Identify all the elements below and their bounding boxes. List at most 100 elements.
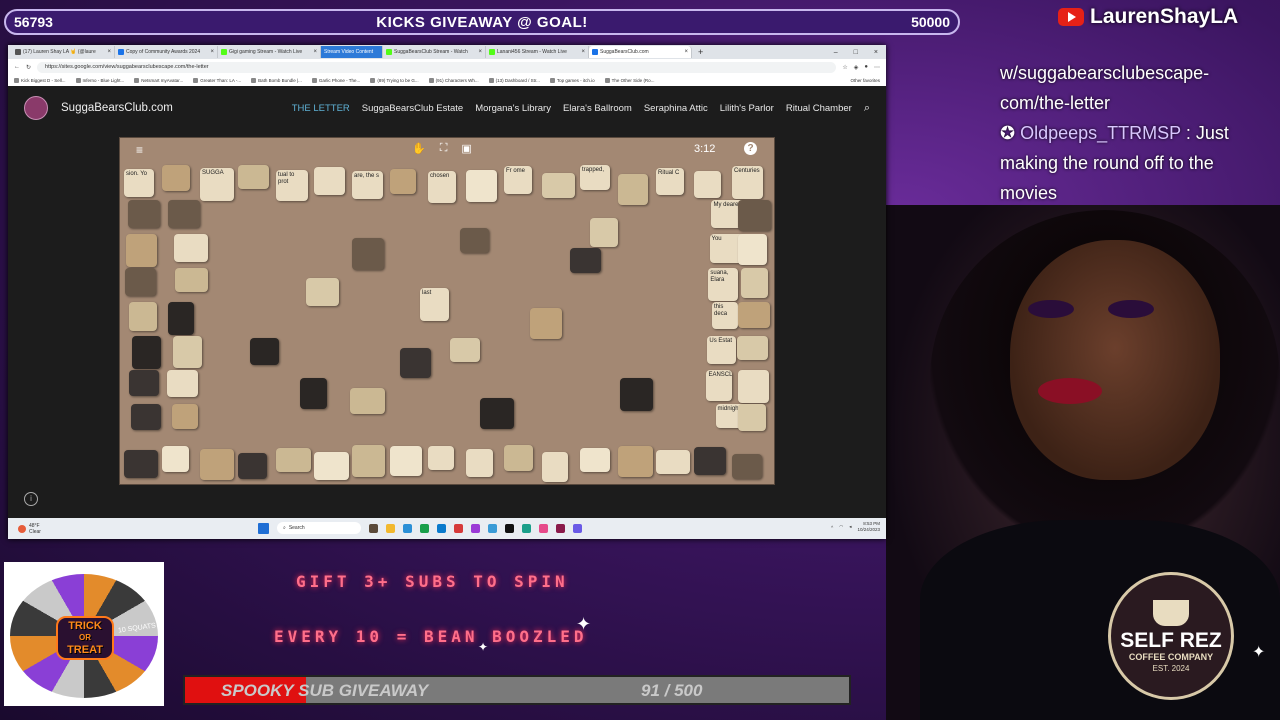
folder-icon[interactable] [386,523,395,533]
close-icon[interactable]: × [210,49,214,55]
app-icon[interactable] [505,523,514,533]
wifi-icon[interactable]: ◠ [839,524,843,530]
close-icon[interactable]: × [478,49,482,55]
other-bookmarks[interactable]: Other favorites [850,78,880,83]
puzzle-piece[interactable] [168,200,201,228]
extension-icon[interactable]: ◈ [854,64,859,71]
puzzle-piece[interactable] [162,446,189,473]
tab-6[interactable]: Lanani456 Stream - Watch Live × [486,46,589,58]
tab-4[interactable]: Stream Video Content [321,46,383,58]
puzzle-piece[interactable] [400,348,431,378]
bookmark-item[interactable]: (89) Trying to be G... [370,78,419,83]
info-icon[interactable]: i [24,492,38,506]
puzzle-piece[interactable] [390,446,422,477]
puzzle-piece[interactable] [131,336,161,369]
nav-the-letter[interactable]: THE LETTER [292,103,350,114]
close-icon[interactable]: × [581,49,585,55]
weather-widget[interactable]: 48°F Clear [8,523,98,535]
puzzle-piece[interactable] [128,302,157,331]
nav-ballroom[interactable]: Elara's Ballroom [563,103,632,114]
bookmark-item[interactable]: Garlic Phone - The... [311,78,360,83]
nav-attic[interactable]: Seraphina Attic [644,103,708,114]
puzzle-piece[interactable] [173,234,208,262]
puzzle-piece[interactable] [570,248,601,273]
fullscreen-icon[interactable]: ⛶ [440,142,448,155]
bookmark-item[interactable]: Top games - itch.io [549,78,595,83]
puzzle-piece[interactable] [504,444,533,471]
puzzle-piece[interactable]: tual to prot [276,169,308,201]
bookmark-item[interactable]: Greater Than: LA -... [193,78,241,83]
puzzle-piece[interactable] [166,370,198,397]
maximize-icon[interactable]: □ [854,49,858,56]
puzzle-piece[interactable]: last [420,288,449,321]
app-icon[interactable] [522,523,531,533]
menu-icon[interactable]: ≡ [136,143,143,157]
site-logo[interactable] [24,96,48,120]
puzzle-piece[interactable] [542,452,568,482]
app-icon[interactable] [539,523,548,533]
profile-icon[interactable]: ● [864,64,868,70]
chevron-up-icon[interactable]: ^ [831,525,833,530]
close-icon[interactable]: × [684,49,688,55]
tab-1[interactable]: (17) Lauren Shay LA 🤘 (@laure × [12,46,115,58]
puzzle-piece[interactable] [530,308,562,339]
puzzle-piece[interactable] [460,228,489,253]
bookmark-item[interactable]: Netsmart myAvatar... [134,78,183,83]
puzzle-piece[interactable]: Centuries [732,165,763,199]
puzzle-piece[interactable]: trapped, [580,165,610,191]
puzzle-piece[interactable] [128,370,159,396]
puzzle-piece[interactable]: chosen [428,170,456,203]
puzzle-piece[interactable] [238,452,267,479]
puzzle-piece[interactable]: suana, Elara [708,268,739,301]
url-field[interactable]: https://sites.google.com/view/suggabears… [37,61,837,73]
puzzle-piece[interactable] [172,404,199,429]
puzzle-piece[interactable] [694,170,721,198]
puzzle-piece[interactable] [738,370,770,403]
bookmark-item[interactable]: Kick Biggest D - Sell... [14,78,66,83]
hand-icon[interactable]: ✋ [412,142,426,155]
puzzle-piece[interactable] [124,268,156,296]
puzzle-piece[interactable]: this deca [712,302,739,329]
puzzle-piece[interactable] [276,448,311,473]
puzzle-piece[interactable] [618,445,653,477]
puzzle-piece[interactable] [738,234,768,265]
puzzle-piece[interactable] [580,448,610,473]
puzzle-piece[interactable] [352,444,385,477]
puzzle-piece[interactable] [480,398,514,429]
puzzle-piece[interactable] [350,388,385,414]
nav-parlor[interactable]: Lilith's Parlor [720,103,774,114]
puzzle-piece[interactable] [124,449,158,478]
bookmark-item[interactable]: (91) Characters Wh... [428,78,479,83]
puzzle-piece[interactable] [200,449,234,481]
app-icon[interactable] [573,523,582,533]
puzzle-piece[interactable]: Fr ome [504,165,532,194]
back-icon[interactable]: ← [14,64,20,70]
app-icon[interactable] [488,523,497,533]
puzzle-piece[interactable] [732,453,762,479]
puzzle-piece[interactable] [162,165,190,192]
puzzle-piece[interactable] [618,173,648,205]
edge-icon[interactable] [437,523,446,533]
puzzle-piece[interactable] [314,451,349,480]
tab-3[interactable]: Gigi gaming Stream - Watch Live × [218,46,321,58]
minimize-icon[interactable]: – [834,49,838,56]
nav-estate[interactable]: SuggaBearsClub Estate [362,103,463,114]
site-name[interactable]: SuggaBearsClub.com [61,102,173,114]
puzzle-piece[interactable] [172,336,202,368]
puzzle-piece[interactable] [352,238,384,270]
app-icon[interactable] [471,523,480,533]
tab-2[interactable]: Copy of Community Awards 2024 × [115,46,218,58]
puzzle-piece[interactable] [250,338,279,365]
puzzle-piece[interactable] [428,445,454,470]
puzzle-piece[interactable] [656,449,690,474]
puzzle-piece[interactable]: are, the s [352,170,383,199]
puzzle-piece[interactable]: SUGGA [200,168,234,202]
image-icon[interactable]: ▣ [461,142,471,155]
more-icon[interactable]: ⋯ [874,64,880,71]
puzzle-piece[interactable] [737,200,771,231]
puzzle-piece[interactable]: Ritual C [656,168,684,196]
bookmark-item[interactable]: Inferno - Blue Light... [75,78,124,83]
puzzle-piece[interactable]: Us Estat [707,336,737,364]
puzzle-piece[interactable] [128,200,161,228]
bookmark-item[interactable]: Bath Bomb Bundle |... [251,78,302,83]
